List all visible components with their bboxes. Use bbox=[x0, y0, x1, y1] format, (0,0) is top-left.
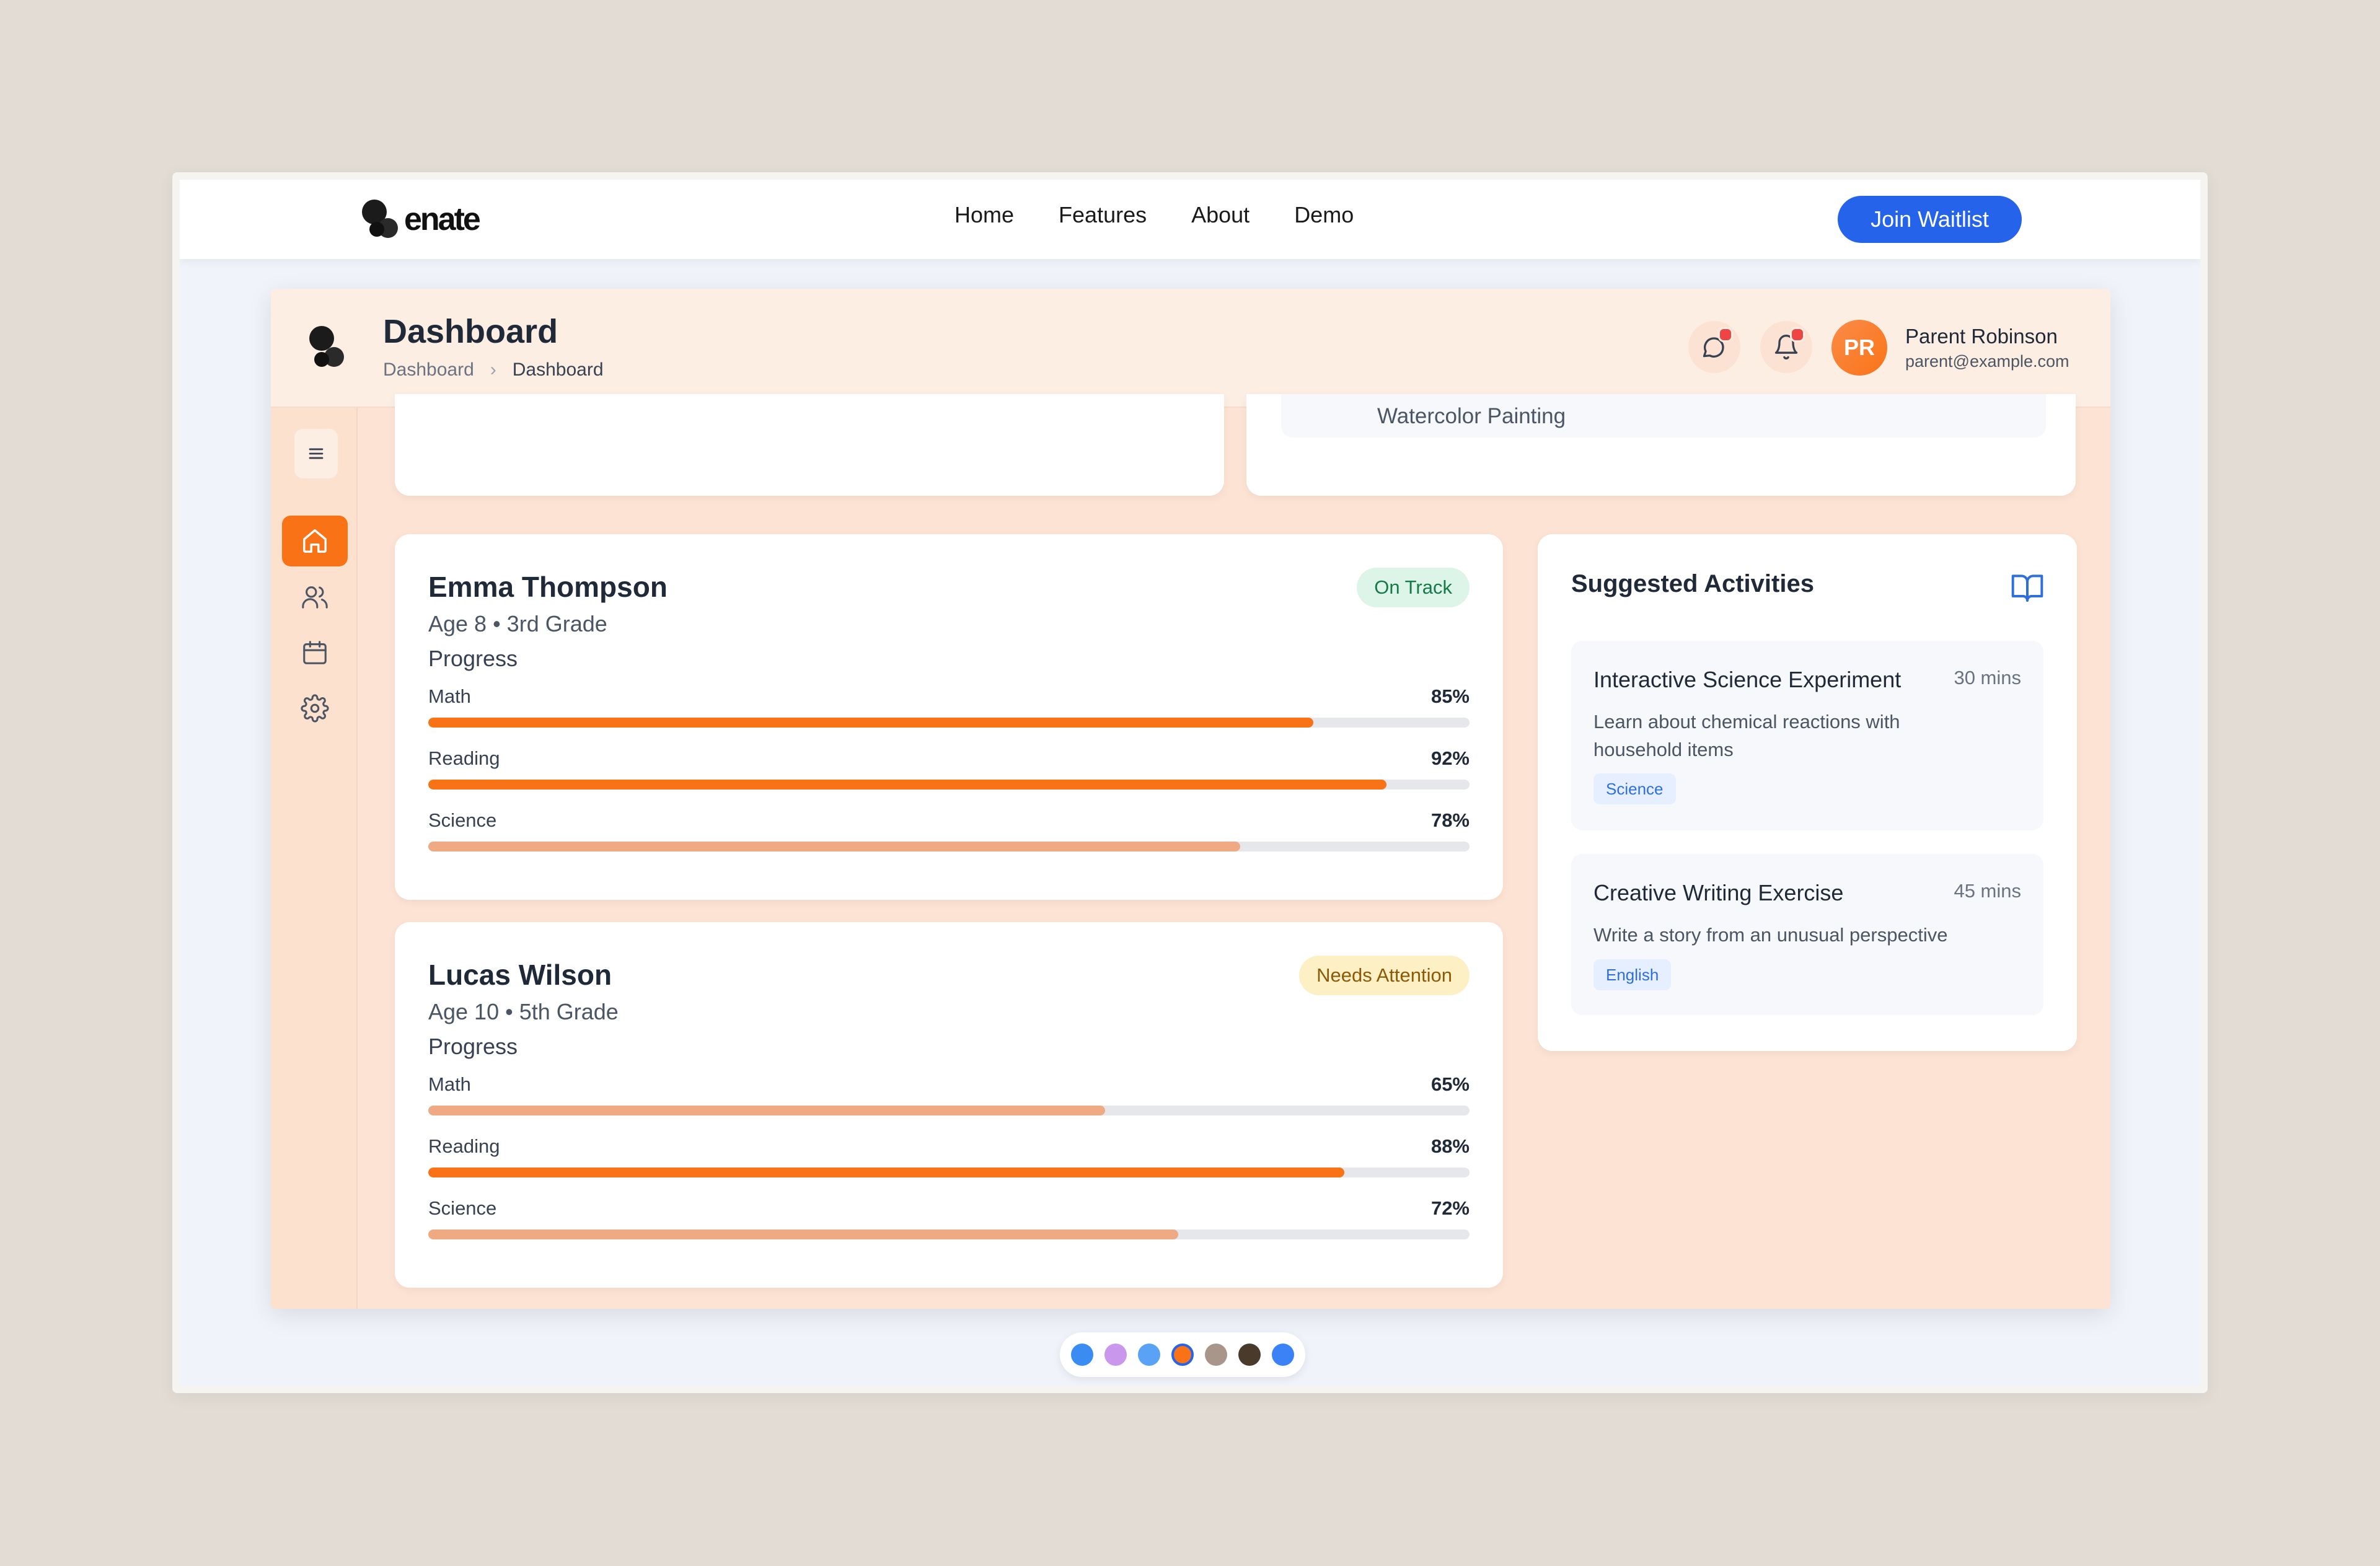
activity-tag: English bbox=[1593, 959, 1672, 990]
theme-color-swatch[interactable] bbox=[1238, 1344, 1261, 1366]
subject-percent: 65% bbox=[1430, 1073, 1470, 1095]
progress-heading: Progress bbox=[428, 646, 518, 671]
theme-color-swatch[interactable] bbox=[1104, 1344, 1127, 1366]
progress-bar bbox=[428, 842, 1470, 851]
activity-item[interactable]: Creative Writing Exercise 45 mins Write … bbox=[1571, 854, 2043, 1015]
subject-percent: 85% bbox=[1430, 685, 1470, 707]
progress-bar bbox=[428, 1168, 1470, 1177]
subject-label: Reading bbox=[428, 747, 500, 769]
subject-label: Math bbox=[428, 685, 471, 707]
theme-color-swatch[interactable] bbox=[1171, 1344, 1194, 1366]
progress-bar bbox=[428, 1106, 1470, 1115]
activity-title: Watercolor Painting bbox=[1377, 404, 1566, 428]
nav-link-about[interactable]: About bbox=[1191, 202, 1250, 228]
child-name: Emma Thompson bbox=[428, 571, 668, 603]
subject-percent: 78% bbox=[1430, 809, 1470, 831]
status-badge: Needs Attention bbox=[1299, 956, 1470, 995]
chevron-right-icon: › bbox=[490, 359, 496, 380]
dashboard-header: Dashboard Dashboard › Dashboard PR Paren… bbox=[271, 289, 2110, 408]
avatar[interactable]: PR bbox=[1831, 320, 1887, 376]
user-email: parent@example.com bbox=[1905, 352, 2069, 371]
sidebar-item-calendar[interactable] bbox=[282, 627, 348, 678]
sidebar bbox=[271, 408, 358, 1309]
progress-bar bbox=[428, 718, 1470, 728]
messages-button[interactable] bbox=[1688, 321, 1740, 373]
theme-color-swatch[interactable] bbox=[1138, 1344, 1160, 1366]
sidebar-item-home[interactable] bbox=[282, 516, 348, 566]
child-age-grade: Age 8 • 3rd Grade bbox=[428, 611, 607, 636]
join-waitlist-button[interactable]: Join Waitlist bbox=[1838, 196, 2022, 243]
settings-icon bbox=[301, 694, 329, 723]
notification-dot bbox=[1790, 327, 1805, 342]
progress-bar-fill bbox=[428, 1229, 1178, 1239]
subject-percent: 72% bbox=[1430, 1197, 1470, 1219]
breadcrumb: Dashboard › Dashboard bbox=[383, 359, 604, 381]
activity-tag: Science bbox=[1593, 773, 1676, 804]
breadcrumb-item-current: Dashboard bbox=[512, 359, 604, 380]
subject-label: Science bbox=[428, 1197, 497, 1219]
notifications-button[interactable] bbox=[1760, 321, 1812, 373]
activities-card-partial: Watercolor Painting bbox=[1246, 394, 2076, 496]
home-icon bbox=[303, 529, 327, 553]
top-navigation: enate Home Features About Demo Join Wait… bbox=[180, 180, 2200, 259]
browser-frame: enate Home Features About Demo Join Wait… bbox=[172, 172, 2208, 1393]
progress-bar bbox=[428, 1229, 1470, 1239]
suggested-activities-title: Suggested Activities bbox=[1571, 570, 1814, 597]
theme-color-swatch[interactable] bbox=[1205, 1344, 1227, 1366]
activity-duration: 45 mins bbox=[1954, 880, 2021, 902]
progress-bar-fill bbox=[428, 842, 1241, 851]
brand-mark-icon bbox=[362, 200, 398, 238]
brand-name: enate bbox=[404, 201, 481, 237]
user-name: Parent Robinson bbox=[1905, 325, 2058, 348]
theme-color-swatch[interactable] bbox=[1272, 1344, 1294, 1366]
activity-item[interactable]: Interactive Science Experiment 30 mins L… bbox=[1571, 641, 2043, 830]
breadcrumb-item-root[interactable]: Dashboard bbox=[383, 359, 474, 381]
progress-bar-fill bbox=[428, 780, 1386, 790]
theme-color-swatch[interactable] bbox=[1071, 1344, 1093, 1366]
progress-bar-fill bbox=[428, 1168, 1345, 1177]
brand-logo[interactable]: enate bbox=[359, 195, 481, 244]
list-item[interactable]: Watercolor Painting bbox=[1281, 394, 2046, 438]
nav-link-demo[interactable]: Demo bbox=[1294, 202, 1354, 228]
app-logo-icon bbox=[309, 326, 344, 367]
sidebar-item-children[interactable] bbox=[282, 571, 348, 622]
nav-link-home[interactable]: Home bbox=[954, 202, 1014, 228]
users-icon bbox=[302, 586, 328, 609]
menu-toggle-button[interactable] bbox=[294, 429, 338, 478]
progress-bar-fill bbox=[428, 718, 1313, 728]
activity-description: Learn about chemical reactions with hous… bbox=[1593, 711, 1900, 760]
status-badge: On Track bbox=[1357, 568, 1470, 607]
subject-percent: 92% bbox=[1430, 747, 1470, 769]
subject-label: Science bbox=[428, 809, 497, 831]
sidebar-item-settings[interactable] bbox=[282, 683, 348, 734]
notification-dot bbox=[1718, 327, 1733, 342]
child-name: Lucas Wilson bbox=[428, 959, 612, 991]
progress-heading: Progress bbox=[428, 1034, 518, 1059]
progress-bar-fill bbox=[428, 1106, 1105, 1115]
subject-percent: 88% bbox=[1430, 1135, 1470, 1157]
subject-label: Reading bbox=[428, 1135, 500, 1157]
theme-color-picker bbox=[1060, 1332, 1305, 1377]
activity-description: Write a story from an unusual perspectiv… bbox=[1593, 924, 1948, 946]
overview-card-left bbox=[395, 394, 1224, 496]
activity-duration: 30 mins bbox=[1954, 667, 2021, 688]
child-card[interactable]: Lucas Wilson Age 10 • 5th Grade Progress… bbox=[395, 922, 1503, 1288]
child-age-grade: Age 10 • 5th Grade bbox=[428, 999, 619, 1024]
book-open-icon[interactable] bbox=[2010, 570, 2045, 605]
activity-title: Interactive Science Experiment bbox=[1593, 667, 1902, 692]
calendar-icon bbox=[303, 641, 327, 664]
page-title: Dashboard bbox=[383, 313, 558, 350]
child-card[interactable]: Emma Thompson Age 8 • 3rd Grade Progress… bbox=[395, 534, 1503, 900]
menu-icon bbox=[309, 448, 324, 459]
subject-label: Math bbox=[428, 1073, 471, 1095]
progress-bar bbox=[428, 780, 1470, 790]
dashboard-window: Dashboard Dashboard › Dashboard PR Paren… bbox=[271, 289, 2110, 1309]
activity-title: Creative Writing Exercise bbox=[1593, 880, 1844, 905]
nav-link-features[interactable]: Features bbox=[1059, 202, 1147, 228]
suggested-activities-card: Suggested Activities Interactive Science… bbox=[1538, 534, 2077, 1051]
nav-links: Home Features About Demo bbox=[954, 202, 1354, 228]
